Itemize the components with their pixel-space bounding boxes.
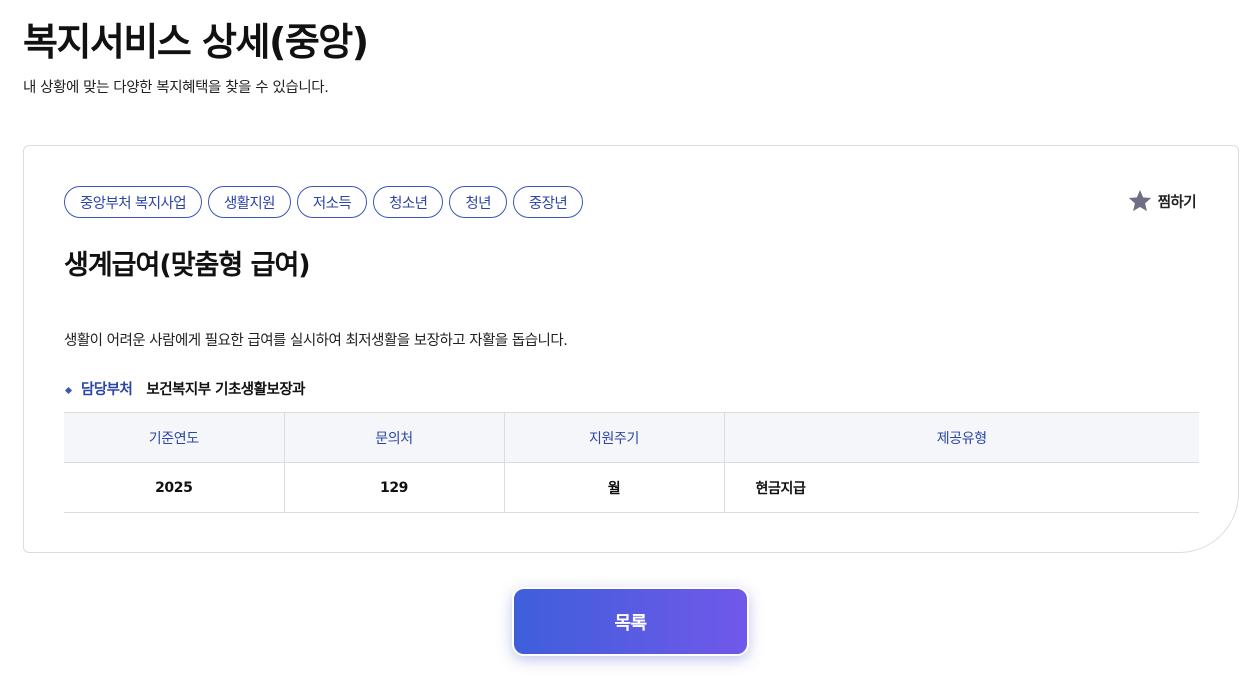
cell-contact: 129 [283,462,504,513]
department-label: 담당부처 [81,382,133,398]
tag-youth-teen[interactable]: 청소년 [373,186,444,218]
star-icon [1128,189,1151,212]
service-info-table: 기준연도 문의처 지원주기 제공유형 2025 129 월 현금지급 [64,412,1199,513]
tag-living-support[interactable]: 생활지원 [207,186,291,218]
cell-base-year: 2025 [64,462,284,513]
list-button[interactable]: 목록 [512,587,749,656]
diamond-bullet-icon [64,386,73,394]
bookmark-label: 찜하기 [1157,194,1197,211]
service-title: 생계급여(맞춤형 급여) [64,250,311,281]
page-subtitle: 내 상황에 맞는 다양한 복지혜택을 찾을 수 있습니다. [23,80,329,96]
service-detail-card: 중앙부처 복지사업 생활지원 저소득 청소년 청년 중장년 찜하기 생계급여(맞… [23,145,1239,553]
page-title: 복지서비스 상세(중앙) [23,20,369,64]
cell-provision-type: 현금지급 [723,462,1199,513]
tag-low-income[interactable]: 저소득 [296,186,368,218]
cell-support-cycle: 월 [503,462,724,513]
tag-young-adult[interactable]: 청년 [449,186,507,218]
tag-middle-aged[interactable]: 중장년 [512,186,584,218]
table-row: 2025 129 월 현금지급 [64,462,1199,513]
header-base-year: 기준연도 [64,412,284,463]
department-row: 담당부처 보건복지부 기초생활보장과 [64,380,306,400]
header-contact: 문의처 [283,412,504,463]
tag-central-ministry[interactable]: 중앙부처 복지사업 [64,186,202,218]
header-provision-type: 제공유형 [723,412,1199,463]
header-support-cycle: 지원주기 [503,412,724,463]
department-value: 보건복지부 기초생활보장과 [146,382,306,398]
table-header-row: 기준연도 문의처 지원주기 제공유형 [64,412,1199,463]
service-description: 생활이 어려운 사람에게 필요한 급여를 실시하여 최저생활을 보장하고 자활을… [64,333,568,349]
bookmark-button[interactable]: 찜하기 [1127,188,1197,214]
tag-list: 중앙부처 복지사업 생활지원 저소득 청소년 청년 중장년 [64,186,584,218]
